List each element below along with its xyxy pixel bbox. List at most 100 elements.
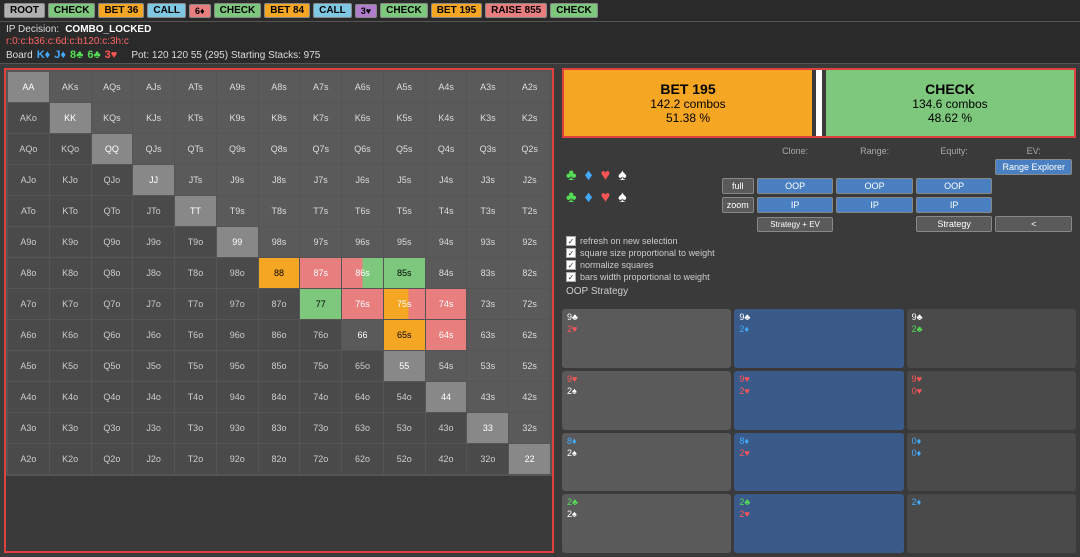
grid-cell-q4s[interactable]: Q4s: [426, 134, 467, 164]
grid-cell-t7o[interactable]: T7o: [175, 289, 216, 319]
grid-cell-k5o[interactable]: K5o: [50, 351, 91, 381]
grid-cell-a5s[interactable]: A5s: [384, 72, 425, 102]
check2-button[interactable]: CHECK: [214, 3, 262, 18]
grid-cell-t4o[interactable]: T4o: [175, 382, 216, 412]
grid-cell-k4o[interactable]: K4o: [50, 382, 91, 412]
grid-cell-j6s[interactable]: J6s: [342, 165, 383, 195]
grid-cell-tt[interactable]: TT: [175, 196, 216, 226]
grid-cell-a3s[interactable]: A3s: [467, 72, 508, 102]
grid-cell-j7o[interactable]: J7o: [133, 289, 174, 319]
grid-cell-q8s[interactable]: Q8s: [259, 134, 300, 164]
grid-cell-a7o[interactable]: A7o: [8, 289, 49, 319]
grid-cell-96o[interactable]: 96o: [217, 320, 258, 350]
grid-cell-83s[interactable]: 83s: [467, 258, 508, 288]
call1-button[interactable]: CALL: [147, 3, 186, 18]
grid-cell-33[interactable]: 33: [467, 413, 508, 443]
grid-cell-q6o[interactable]: Q6o: [92, 320, 133, 350]
grid-cell-98o[interactable]: 98o: [217, 258, 258, 288]
grid-cell-66[interactable]: 66: [342, 320, 383, 350]
grid-cell-j3s[interactable]: J3s: [467, 165, 508, 195]
grid-cell-t6s[interactable]: T6s: [342, 196, 383, 226]
grid-cell-ako[interactable]: AKo: [8, 103, 49, 133]
grid-cell-t8o[interactable]: T8o: [175, 258, 216, 288]
card-cell-3[interactable]: 9♥2♠: [562, 371, 731, 430]
6plus-button[interactable]: 6♦: [189, 4, 211, 18]
grid-cell-j4s[interactable]: J4s: [426, 165, 467, 195]
grid-cell-a2o[interactable]: A2o: [8, 444, 49, 474]
grid-cell-63o[interactable]: 63o: [342, 413, 383, 443]
grid-cell-97s[interactable]: 97s: [300, 227, 341, 257]
grid-cell-76o[interactable]: 76o: [300, 320, 341, 350]
grid-cell-q3o[interactable]: Q3o: [92, 413, 133, 443]
grid-cell-74s[interactable]: 74s: [426, 289, 467, 319]
grid-cell-92s[interactable]: 92s: [509, 227, 550, 257]
strategy-ev-btn[interactable]: Strategy + EV: [757, 217, 834, 232]
card-cell-0[interactable]: 9♣2♥: [562, 309, 731, 368]
grid-cell-t3s[interactable]: T3s: [467, 196, 508, 226]
card-cell-8[interactable]: 0♦0♦: [907, 433, 1076, 492]
grid-cell-72o[interactable]: 72o: [300, 444, 341, 474]
grid-cell-t9o[interactable]: T9o: [175, 227, 216, 257]
cb-refresh[interactable]: ✓: [566, 236, 576, 246]
grid-cell-63s[interactable]: 63s: [467, 320, 508, 350]
grid-cell-99[interactable]: 99: [217, 227, 258, 257]
grid-cell-a5o[interactable]: A5o: [8, 351, 49, 381]
grid-cell-j3o[interactable]: J3o: [133, 413, 174, 443]
grid-cell-a6s[interactable]: A6s: [342, 72, 383, 102]
grid-cell-j6o[interactable]: J6o: [133, 320, 174, 350]
ip-range-btn[interactable]: IP: [757, 197, 834, 213]
grid-cell-93o[interactable]: 93o: [217, 413, 258, 443]
cb-normalize[interactable]: ✓: [566, 260, 576, 270]
check1-button[interactable]: CHECK: [48, 3, 96, 18]
club-icon-2[interactable]: ♣: [566, 189, 577, 207]
grid-cell-97o[interactable]: 97o: [217, 289, 258, 319]
grid-cell-62o[interactable]: 62o: [342, 444, 383, 474]
grid-cell-64s[interactable]: 64s: [426, 320, 467, 350]
grid-cell-53s[interactable]: 53s: [467, 351, 508, 381]
card-cell-4[interactable]: 9♥2♥: [734, 371, 903, 430]
grid-cell-65o[interactable]: 65o: [342, 351, 383, 381]
grid-cell-86o[interactable]: 86o: [259, 320, 300, 350]
grid-cell-q5s[interactable]: Q5s: [384, 134, 425, 164]
call2-button[interactable]: CALL: [313, 3, 352, 18]
grid-cell-j8s[interactable]: J8s: [259, 165, 300, 195]
heart-icon-1[interactable]: ♥: [601, 167, 611, 185]
heart-icon-2[interactable]: ♥: [601, 189, 611, 207]
grid-cell-q9o[interactable]: Q9o: [92, 227, 133, 257]
ip-ev-btn[interactable]: IP: [916, 197, 993, 213]
grid-cell-ajo[interactable]: AJo: [8, 165, 49, 195]
grid-cell-32o[interactable]: 32o: [467, 444, 508, 474]
grid-cell-kjs[interactable]: KJs: [133, 103, 174, 133]
grid-cell-ajs[interactable]: AJs: [133, 72, 174, 102]
grid-cell-32s[interactable]: 32s: [509, 413, 550, 443]
grid-cell-k7s[interactable]: K7s: [300, 103, 341, 133]
grid-cell-a9s[interactable]: A9s: [217, 72, 258, 102]
grid-cell-qq[interactable]: QQ: [92, 134, 133, 164]
grid-cell-q8o[interactable]: Q8o: [92, 258, 133, 288]
grid-cell-kk[interactable]: KK: [50, 103, 91, 133]
grid-cell-84o[interactable]: 84o: [259, 382, 300, 412]
grid-cell-93s[interactable]: 93s: [467, 227, 508, 257]
grid-cell-77[interactable]: 77: [300, 289, 341, 319]
grid-cell-j7s[interactable]: J7s: [300, 165, 341, 195]
oop-equity-btn[interactable]: OOP: [836, 178, 913, 194]
grid-cell-54o[interactable]: 54o: [384, 382, 425, 412]
diamond-icon-1[interactable]: ♦: [585, 167, 593, 185]
grid-cell-43s[interactable]: 43s: [467, 382, 508, 412]
grid-cell-54s[interactable]: 54s: [426, 351, 467, 381]
grid-cell-43o[interactable]: 43o: [426, 413, 467, 443]
oop-range-btn[interactable]: OOP: [757, 178, 834, 194]
card-cell-7[interactable]: 8♦2♥: [734, 433, 903, 492]
grid-cell-k7o[interactable]: K7o: [50, 289, 91, 319]
grid-cell-42o[interactable]: 42o: [426, 444, 467, 474]
grid-cell-a2s[interactable]: A2s: [509, 72, 550, 102]
grid-cell-k2s[interactable]: K2s: [509, 103, 550, 133]
grid-cell-a3o[interactable]: A3o: [8, 413, 49, 443]
grid-cell-q6s[interactable]: Q6s: [342, 134, 383, 164]
grid-cell-94o[interactable]: 94o: [217, 382, 258, 412]
grid-cell-qto[interactable]: QTo: [92, 196, 133, 226]
strategy-btn[interactable]: Strategy: [916, 216, 993, 232]
grid-cell-95o[interactable]: 95o: [217, 351, 258, 381]
grid-cell-jj[interactable]: JJ: [133, 165, 174, 195]
grid-cell-ats[interactable]: ATs: [175, 72, 216, 102]
